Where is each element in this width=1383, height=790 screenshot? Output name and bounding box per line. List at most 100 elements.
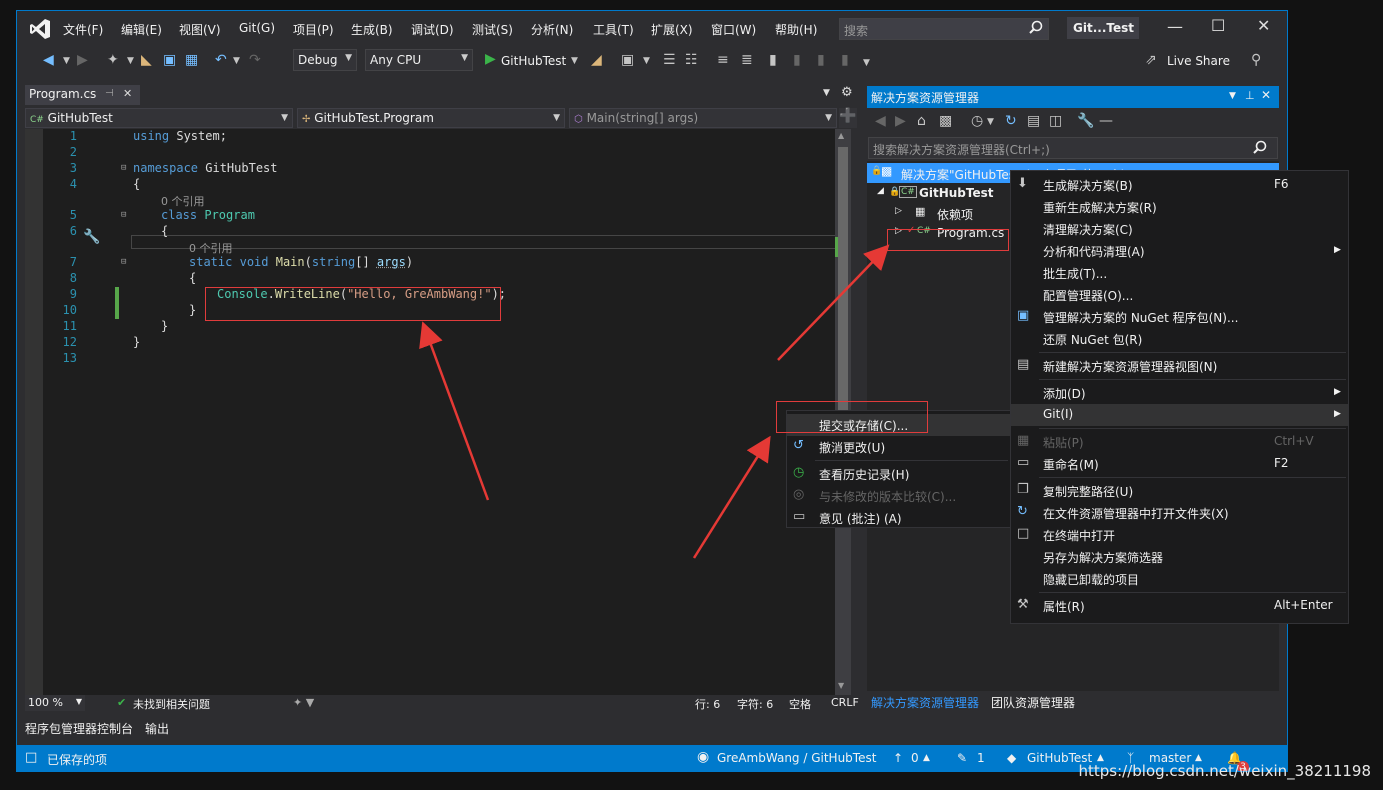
spaces-status[interactable]: 空格 (789, 696, 811, 712)
start-dropdown-icon[interactable]: ▼ (571, 56, 578, 66)
open-icon[interactable]: ◣ (141, 52, 152, 68)
menu-test[interactable]: 测试(S) (472, 21, 513, 38)
menu-item[interactable]: 配置管理器(O)... (1011, 284, 1348, 306)
menu-tools[interactable]: 工具(T) (593, 21, 634, 38)
issues-status[interactable]: 未找到相关问题 (133, 696, 210, 712)
menu-item[interactable]: ↻ 在文件资源管理器中打开文件夹(X) (1011, 502, 1348, 524)
new-dropdown-icon[interactable]: ▼ (127, 56, 134, 66)
solution-explorer-search[interactable]: 搜索解决方案资源管理器(Ctrl+;) (868, 137, 1278, 159)
menu-item[interactable]: ▤ 新建解决方案资源管理器视图(N) (1011, 355, 1348, 377)
next-bookmark-icon[interactable]: ▮ (817, 52, 825, 68)
tab-solution-explorer[interactable]: 解决方案资源管理器 (867, 693, 984, 711)
pending-changes-filter-icon[interactable]: ◷ (971, 113, 983, 129)
new-item-icon[interactable]: ✦ (107, 52, 119, 68)
menu-item[interactable]: 批生成(T)... (1011, 262, 1348, 284)
pin-icon[interactable]: ⊣ (105, 88, 114, 99)
start-button[interactable]: GitHubTest (501, 54, 566, 68)
save-icon[interactable]: ▣ (163, 52, 176, 68)
menu-item[interactable]: ❐ 复制完整路径(U) (1011, 480, 1348, 502)
menu-item[interactable]: ▭ 意见 (批注) (A) (787, 507, 1010, 529)
output-window-icon[interactable]: □ (25, 750, 37, 765)
codelens-references[interactable]: 0 个引用 (161, 193, 205, 209)
search-input[interactable]: 搜索 (839, 18, 1049, 40)
toolbar-options-icon[interactable]: ▼ (863, 58, 870, 68)
cleanup-icon[interactable]: ✦ ▼ (293, 696, 314, 709)
project-nav-combo[interactable]: C# GitHubTest ▼ (25, 108, 293, 128)
properties-icon[interactable]: 🔧 (1077, 113, 1094, 129)
close-window-button[interactable]: ✕ (1257, 16, 1270, 35)
start-debug-icon[interactable]: ▶ (485, 51, 496, 67)
screenshot-icon[interactable]: ▣ (621, 52, 634, 68)
live-share-icon[interactable]: ⇗ (1145, 52, 1157, 68)
filter-dropdown-icon[interactable]: ▼ (987, 117, 994, 127)
pending-changes-count[interactable]: 1 (977, 751, 985, 765)
close-icon[interactable]: ✕ (1261, 88, 1271, 102)
maximize-button[interactable]: ☐ (1211, 16, 1225, 35)
window-position-icon[interactable]: ▼ (1229, 91, 1236, 101)
menu-item[interactable]: □ 在终端中打开 (1011, 524, 1348, 546)
forward-icon[interactable]: ▶ (895, 113, 906, 129)
menu-item[interactable]: ↺ 撤消更改(U) (787, 436, 1010, 458)
bookmark-icon[interactable]: ▮ (769, 52, 777, 68)
menu-item[interactable]: ⬇ 生成解决方案(B) F6 (1011, 174, 1348, 196)
menu-item[interactable]: 清理解决方案(C) (1011, 218, 1348, 240)
home-icon[interactable]: ⌂ (917, 113, 926, 129)
menu-git[interactable]: Git(G) (239, 21, 275, 35)
menu-project[interactable]: 项目(P) (293, 21, 334, 38)
menu-file[interactable]: 文件(F) (63, 21, 103, 38)
up-dropdown-icon[interactable]: ▲ (923, 753, 930, 763)
menu-extensions[interactable]: 扩展(X) (651, 21, 693, 38)
feedback-icon[interactable]: ⚲ (1251, 52, 1261, 68)
menu-item[interactable]: ⚒ 属性(R) Alt+Enter (1011, 595, 1348, 617)
collapse-icon[interactable]: ⊟ (121, 163, 126, 173)
clear-bookmarks-icon[interactable]: ▮ (841, 52, 849, 68)
menu-item[interactable]: 另存为解决方案筛选器 (1011, 546, 1348, 568)
collapse-all-icon[interactable]: ▤ (1027, 113, 1040, 129)
preview-icon[interactable]: — (1099, 113, 1113, 129)
menu-build[interactable]: 生成(B) (351, 21, 393, 38)
menu-edit[interactable]: 编辑(E) (121, 21, 162, 38)
menu-item[interactable]: 隐藏已卸载的项目 (1011, 568, 1348, 590)
close-icon[interactable]: ✕ (123, 87, 132, 100)
scroll-up-icon[interactable]: ▲ (838, 131, 848, 143)
menu-window[interactable]: 窗口(W) (711, 21, 756, 38)
tab-team-explorer[interactable]: 团队资源管理器 (991, 694, 1075, 711)
more-icon[interactable]: ▼ (643, 56, 650, 66)
undo-dropdown-icon[interactable]: ▼ (233, 56, 240, 66)
menu-item[interactable]: ◷ 查看历史记录(H) (787, 463, 1010, 485)
quick-actions-icon[interactable]: 🔧 (83, 229, 100, 245)
unpushed-count[interactable]: 0 (911, 751, 919, 765)
menu-item[interactable]: 重新生成解决方案(R) (1011, 196, 1348, 218)
collapse-icon[interactable]: ⊟ (121, 257, 126, 267)
platform-combo[interactable]: Any CPU ▼ (365, 49, 473, 71)
scroll-down-icon[interactable]: ▼ (838, 681, 848, 693)
step-icon[interactable]: ☰ (663, 52, 676, 68)
uncomment-lines-icon[interactable]: ≣ (741, 52, 753, 68)
save-all-icon[interactable]: ▦ (185, 52, 198, 68)
menu-view[interactable]: 视图(V) (179, 21, 221, 38)
forward-icon[interactable]: ▶ (77, 52, 88, 68)
back-dropdown-icon[interactable]: ▼ (63, 56, 70, 66)
minimize-button[interactable]: — (1167, 17, 1183, 36)
collapse-icon[interactable]: ⊟ (121, 210, 126, 220)
eol-status[interactable]: CRLF (831, 696, 859, 709)
menu-help[interactable]: 帮助(H) (775, 21, 817, 38)
folder-icon[interactable]: ◢ (591, 52, 602, 68)
tab-package-manager-console[interactable]: 程序包管理器控制台 (25, 720, 133, 737)
tab-list-icon[interactable]: ▼ (823, 88, 830, 98)
sync-icon[interactable]: ↻ (1005, 113, 1017, 129)
menu-item[interactable]: ▣ 管理解决方案的 NuGet 程序包(N)... (1011, 306, 1348, 328)
live-share-button[interactable]: Live Share (1167, 54, 1230, 68)
pin-icon[interactable]: ⊥ (1245, 89, 1255, 102)
step-over-icon[interactable]: ☷ (685, 52, 698, 68)
menu-analyze[interactable]: 分析(N) (531, 21, 573, 38)
back-icon[interactable]: ◀ (875, 113, 886, 129)
settings-icon[interactable]: ⚙ (841, 85, 853, 100)
repository-status[interactable]: GreAmbWang / GitHubTest (717, 751, 876, 765)
menu-item[interactable]: Git(I) ▶ (1011, 404, 1348, 426)
menu-item[interactable]: 还原 NuGet 包(R) (1011, 328, 1348, 350)
comment-lines-icon[interactable]: ≡ (717, 52, 729, 68)
code-editor[interactable]: 1 2 3 4 5 6 7 8 9 10 11 12 13 🔧 ⊟ ⊟ ⊟ us… (25, 129, 851, 695)
show-all-files-icon[interactable]: ◫ (1049, 113, 1062, 129)
tab-output[interactable]: 输出 (145, 720, 169, 737)
